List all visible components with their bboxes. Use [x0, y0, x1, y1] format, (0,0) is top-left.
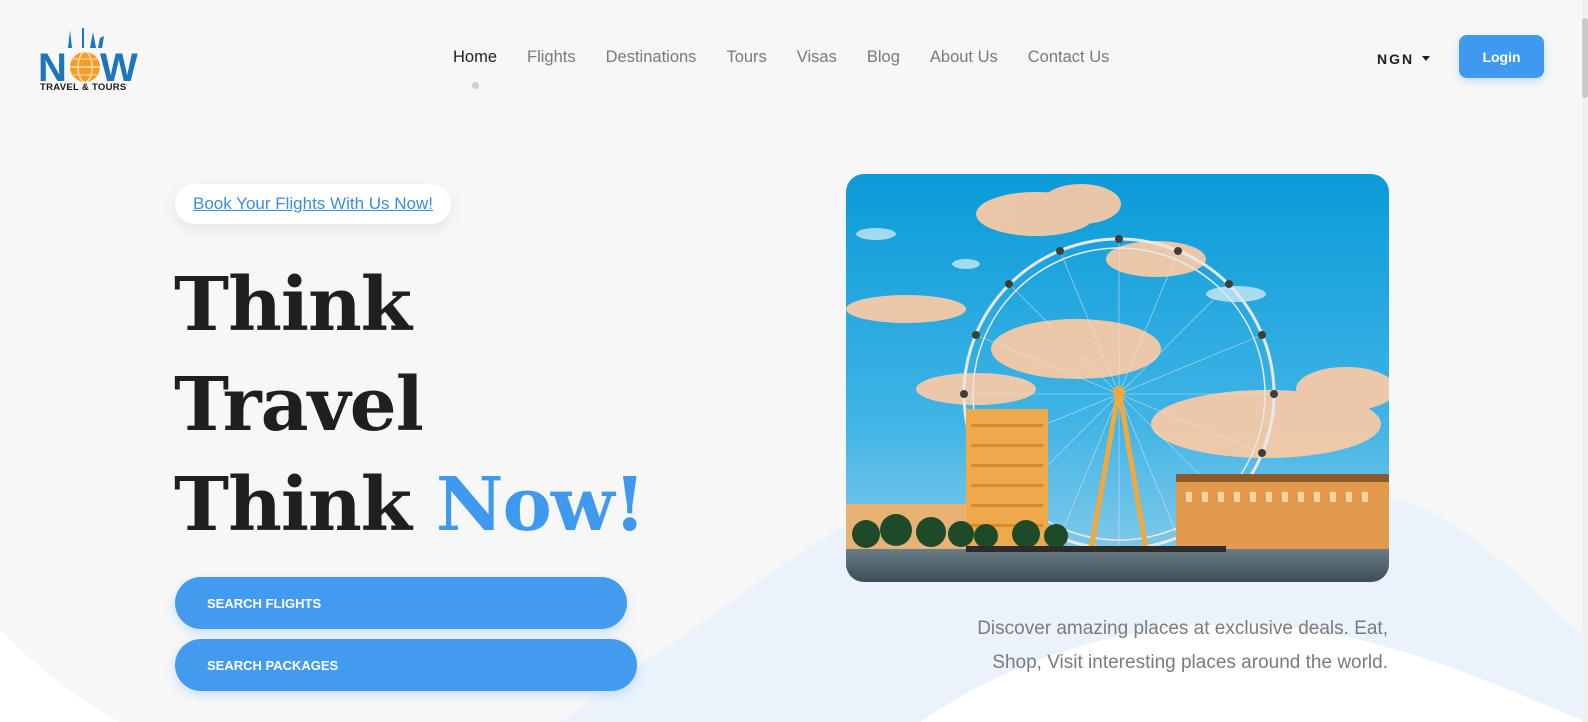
book-flights-link[interactable]: Book Your Flights With Us Now!	[193, 194, 433, 214]
hero-description: Discover amazing places at exclusive dea…	[977, 618, 1388, 673]
nav-item-flights[interactable]: Flights	[527, 48, 576, 67]
nav-item-blog[interactable]: Blog	[867, 48, 900, 67]
caret-down-icon	[1422, 56, 1431, 62]
headline-line-2: Travel	[174, 362, 424, 448]
hero-image	[846, 174, 1389, 582]
nav-item-destinations[interactable]: Destinations	[606, 48, 697, 67]
login-button[interactable]: Login	[1459, 35, 1544, 78]
search-flights-button[interactable]: Search Flights	[175, 577, 627, 629]
currency-selector[interactable]: NGN	[1377, 51, 1431, 67]
book-flights-pill: Book Your Flights With Us Now!	[175, 184, 451, 224]
currency-label: NGN	[1377, 51, 1415, 67]
hero-headline: Think Travel Think Now!	[174, 255, 646, 555]
nav-item-home[interactable]: Home	[453, 48, 497, 89]
main-nav: Home Flights Destinations Tours Visas Bl…	[453, 48, 1139, 89]
nav-item-contact-us[interactable]: Contact Us	[1028, 48, 1110, 67]
scrollbar-thumb[interactable]	[1582, 18, 1588, 98]
headline-accent: Now!	[435, 462, 646, 548]
nav-item-visas[interactable]: Visas	[797, 48, 837, 67]
nav-item-about-us[interactable]: About Us	[930, 48, 998, 67]
nav-item-tours[interactable]: Tours	[726, 48, 766, 67]
brand-tagline: TRAVEL & TOURS	[40, 82, 127, 93]
headline-line-3-text: Think	[174, 462, 436, 548]
search-packages-button[interactable]: Search Packages	[175, 639, 637, 691]
page-scrollbar[interactable]	[1582, 0, 1588, 722]
headline-line-3: Think Now!	[174, 455, 646, 555]
headline-line-1: Think	[174, 262, 412, 348]
